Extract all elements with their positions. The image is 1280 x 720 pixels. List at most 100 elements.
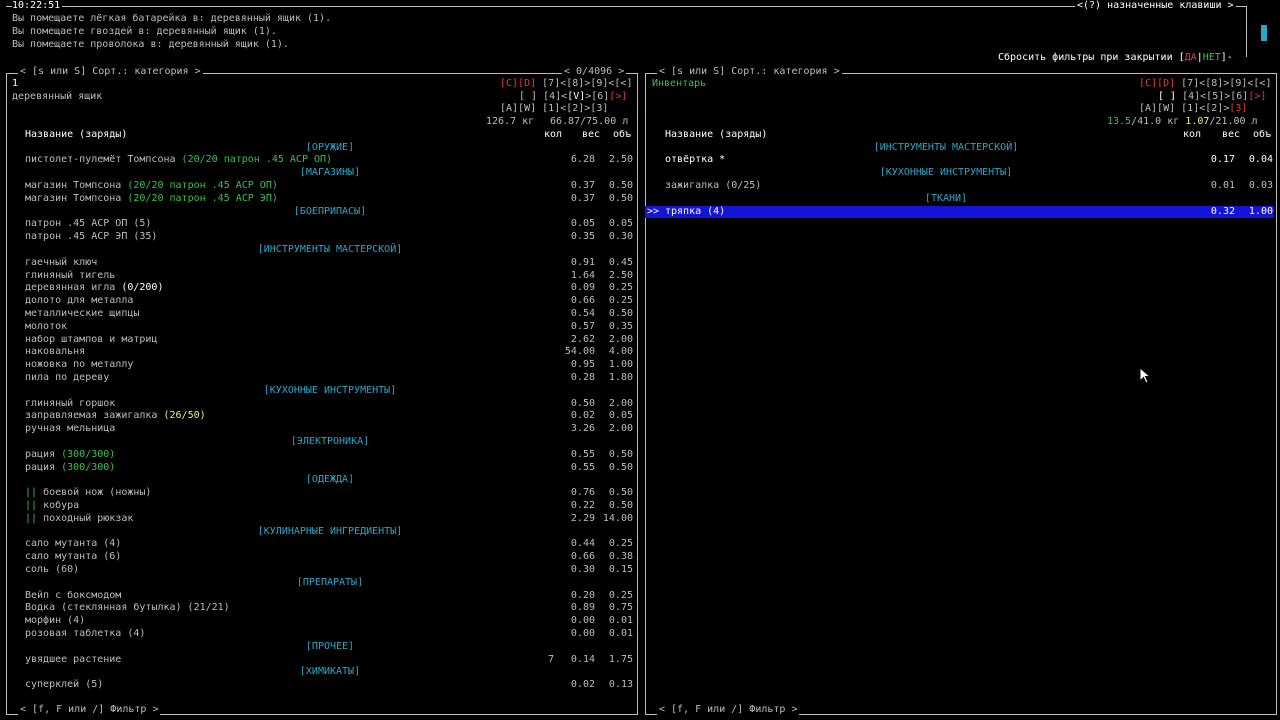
slot-blank[interactable]: [ ] — [519, 91, 537, 102]
category-header: [ОДЕЖДА] — [305, 474, 355, 486]
item-weight: 0.02 — [570, 679, 595, 691]
item-name: гаечный ключ — [25, 256, 98, 268]
category-header: [ПРОЧЕЕ] — [305, 640, 355, 652]
item-weight: 3.26 — [570, 423, 595, 435]
left-weight: 126.7 кг — [486, 116, 535, 127]
item-name: патрон .45 АСР ОП (5) — [25, 218, 152, 230]
category-header: [ПРЕПАРАТЫ] — [296, 576, 364, 588]
item-volume: 0.25 — [608, 295, 633, 307]
slot-3[interactable]: [3] — [1229, 103, 1247, 114]
item-name: рация — [25, 448, 62, 460]
item-name: долото для металла — [25, 295, 134, 307]
left-volume: 66.87/75.00 л — [550, 116, 629, 127]
slot-12[interactable]: [1]<[2]> — [1181, 103, 1229, 114]
item-volume: 0.50 — [608, 192, 633, 204]
item-name: глиняный тигель — [25, 269, 116, 281]
left-slots-row3[interactable]: [A][W] [1]<[2]>[3] — [500, 103, 608, 116]
right-slots-row1[interactable]: [C][D] [7]<[8]>[9]<[<] — [1139, 78, 1271, 91]
left-location: деревянный ящик — [12, 91, 103, 102]
reset-yes[interactable]: ДА — [1185, 52, 1197, 63]
item-volume: 2.50 — [608, 154, 633, 166]
right-sort-hint[interactable]: < [s или S] Сорт.: категория > — [657, 66, 842, 79]
message-scrollbar[interactable] — [1261, 25, 1267, 41]
reset-filters-toggle[interactable]: Сбросить фильтры при закрытии [ДА|НЕТ]- — [998, 52, 1233, 65]
item-volume: 0.15 — [608, 563, 633, 575]
item-weight: 0.37 — [570, 179, 595, 191]
right-location: Инвентарь — [652, 78, 707, 89]
item-weight: 0.91 — [570, 256, 595, 268]
left-sort-hint[interactable]: < [s или S] Сорт.: категория > — [18, 66, 203, 79]
item-volume: 0.50 — [608, 487, 633, 499]
slot-next[interactable]: [>] — [1248, 91, 1266, 102]
item-volume: 2.50 — [608, 269, 633, 281]
item-volume: 2.00 — [608, 333, 633, 345]
slot-c[interactable]: [C] — [1139, 78, 1157, 89]
slot-blank[interactable]: [ ] — [1158, 91, 1176, 102]
item-volume: 0.75 — [608, 602, 633, 614]
item-volume: 0.25 — [608, 282, 633, 294]
item-name: кобура — [37, 499, 80, 511]
slot-789[interactable]: [7]<[8]>[9]<[<] — [542, 78, 632, 89]
item-weight: 0.01 — [1210, 179, 1235, 191]
item-volume: 0.04 — [1248, 154, 1273, 166]
category-header: [ХИМИКАТЫ] — [299, 666, 361, 678]
slot-aw[interactable]: [A][W] — [500, 103, 536, 114]
item-name[interactable]: отвёртка * — [665, 154, 725, 167]
item-volume: 0.25 — [608, 538, 633, 550]
worn-marker: || — [25, 499, 38, 511]
slot-next[interactable]: [>] — [609, 91, 627, 102]
item-weight: 0.44 — [570, 538, 595, 550]
reset-no[interactable]: НЕТ — [1203, 52, 1221, 63]
worn-marker: || — [25, 487, 38, 499]
slot-d[interactable]: [D] — [1157, 78, 1175, 89]
category-header: [БОЕПРИПАСЫ] — [293, 205, 367, 217]
slot-4[interactable]: [4]< — [543, 91, 567, 102]
slot-123[interactable]: [1]<[2]>[3] — [542, 103, 608, 114]
slot-789[interactable]: [7]<[8]>[9]<[<] — [1181, 78, 1271, 89]
item-name: походный рюкзак — [37, 512, 134, 524]
item-name: суперклей (5) — [25, 679, 104, 691]
item-volume: 1.00 — [608, 359, 633, 371]
item-name[interactable]: тряпка (4) — [665, 206, 725, 219]
left-slots-row2[interactable]: [ ] [4]<[V]>[6][>] — [519, 91, 627, 104]
item-name[interactable]: зажигалка (0/25) — [665, 180, 761, 193]
right-capacity: 13.5/41.0 кг 1.07/21.00 л — [1107, 116, 1258, 129]
item-name: пистолет-пулемёт Томпсона — [25, 154, 182, 166]
item-volume: 0.03 — [1248, 179, 1273, 191]
message-line-1: Вы помещаете лёгкая батарейка в: деревян… — [12, 13, 332, 24]
slot-d[interactable]: [D] — [518, 78, 536, 89]
right-slots-row3[interactable]: [A][W] [1]<[2]>[3] — [1139, 103, 1247, 116]
reset-end: ]- — [1220, 52, 1233, 63]
item-name: розовая таблетка (4) — [25, 627, 146, 639]
item-name: деревянная игла — [25, 282, 122, 294]
item-volume: 14.00 — [602, 512, 633, 524]
slot-aw[interactable]: [A][W] — [1139, 103, 1175, 114]
left-filter[interactable]: < [f, F или /] Фильтр > — [18, 704, 161, 717]
item-volume: 0.25 — [608, 589, 633, 601]
worn-marker: || — [25, 512, 38, 524]
right-filter[interactable]: < [f, F или /] Фильтр > — [657, 704, 800, 717]
item-volume: 2.00 — [608, 397, 633, 409]
item-name: морфин (4) — [25, 615, 86, 627]
slot-6[interactable]: >[6] — [585, 91, 609, 102]
slot-c[interactable]: [C] — [500, 78, 518, 89]
item-weight: 0.30 — [570, 563, 595, 575]
item-name: Вейп с боксмодом — [25, 589, 122, 601]
reset-filters-label: Сбросить фильтры при закрытии [ — [998, 52, 1185, 63]
left-header-qty: кол — [544, 129, 563, 140]
keybindings-button[interactable]: <(?) назначенные клавиши > — [1075, 0, 1236, 13]
item-volume: 2.00 — [608, 423, 633, 435]
right-slots-row2[interactable]: [ ] [4]<[5]>[6][>] — [1158, 91, 1266, 104]
selection-cursor: >> — [647, 205, 660, 217]
left-slots-row1[interactable]: [C][D] [7]<[8]>[9]<[<] — [500, 78, 632, 91]
slot-456[interactable]: [4]<[5]>[6] — [1182, 91, 1248, 102]
item-name: металлические щипцы — [25, 307, 140, 319]
item-volume: 0.45 — [608, 256, 633, 268]
right-volume-max: /21.00 л — [1209, 116, 1258, 127]
item-weight: 0.89 — [570, 602, 595, 614]
slot-v[interactable]: [V] — [567, 91, 585, 102]
item-weight: 0.20 — [570, 589, 595, 601]
item-volume: 1.75 — [608, 653, 633, 665]
clock: 10:22:51 — [12, 0, 63, 13]
item-weight: 0.00 — [570, 627, 595, 639]
